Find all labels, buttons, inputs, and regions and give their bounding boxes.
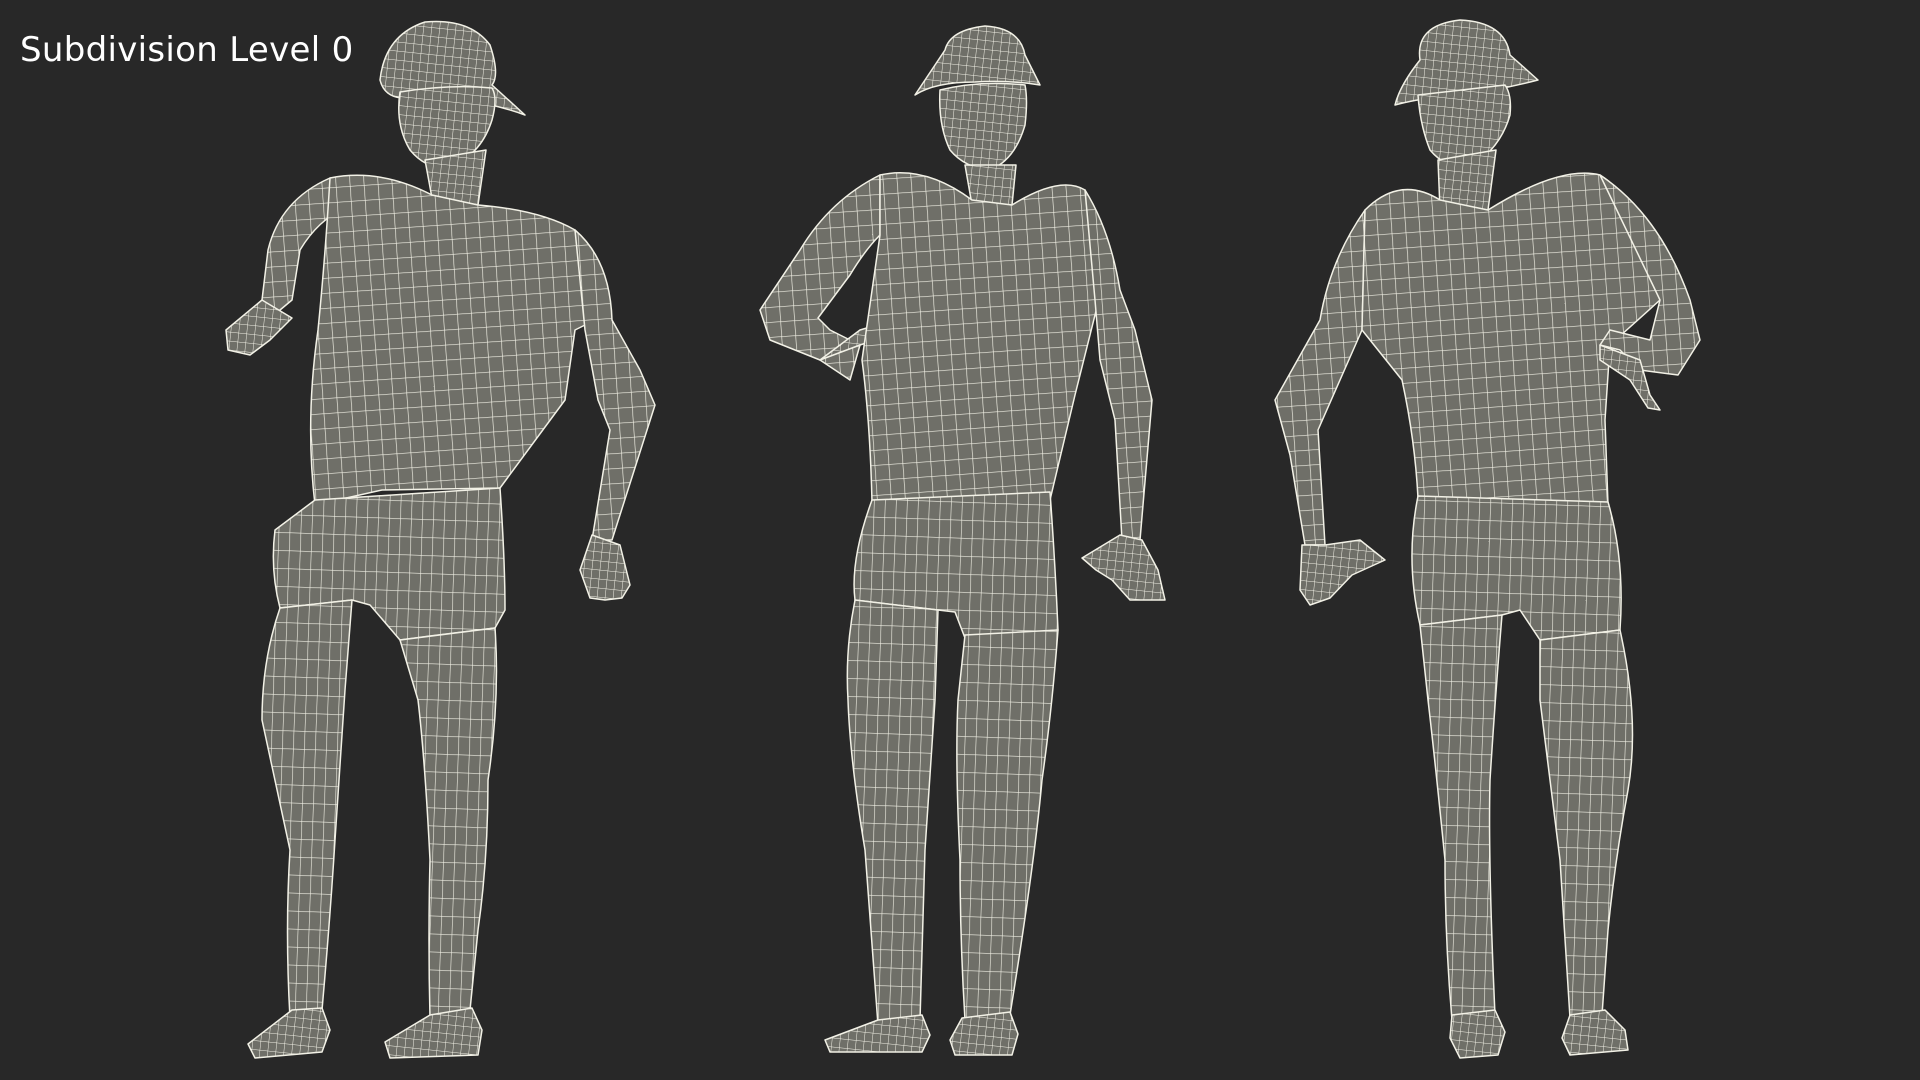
right-hand	[1081, 534, 1166, 601]
torso	[861, 172, 1111, 503]
shorts	[1411, 495, 1622, 641]
right-sandal	[384, 1007, 483, 1059]
right-leg	[956, 629, 1059, 1021]
figure-three-quarter-view	[225, 20, 656, 1059]
head	[938, 82, 1028, 171]
left-sandal	[247, 1007, 331, 1059]
left-leg	[1419, 614, 1503, 1021]
left-leg	[261, 599, 353, 1019]
left-sandal	[1449, 1009, 1506, 1059]
figure-front-view	[759, 25, 1166, 1056]
left-sandal	[824, 1014, 931, 1053]
right-leg	[1539, 629, 1634, 1019]
left-arm	[1274, 209, 1366, 546]
right-arm	[574, 229, 656, 541]
right-sandal	[1561, 1009, 1629, 1056]
render-viewport: Subdivision Level 0	[0, 0, 1920, 1080]
right-hand	[579, 534, 631, 601]
right-sandal	[949, 1011, 1019, 1056]
neck	[964, 164, 1017, 206]
right-leg	[399, 627, 498, 1019]
right-arm	[1084, 189, 1153, 541]
left-leg	[846, 599, 939, 1026]
wireframe-figures	[225, 19, 1701, 1059]
left-arm	[759, 174, 881, 381]
torso	[309, 174, 606, 506]
left-hand	[1299, 539, 1386, 606]
figure-back-view	[1274, 19, 1701, 1059]
